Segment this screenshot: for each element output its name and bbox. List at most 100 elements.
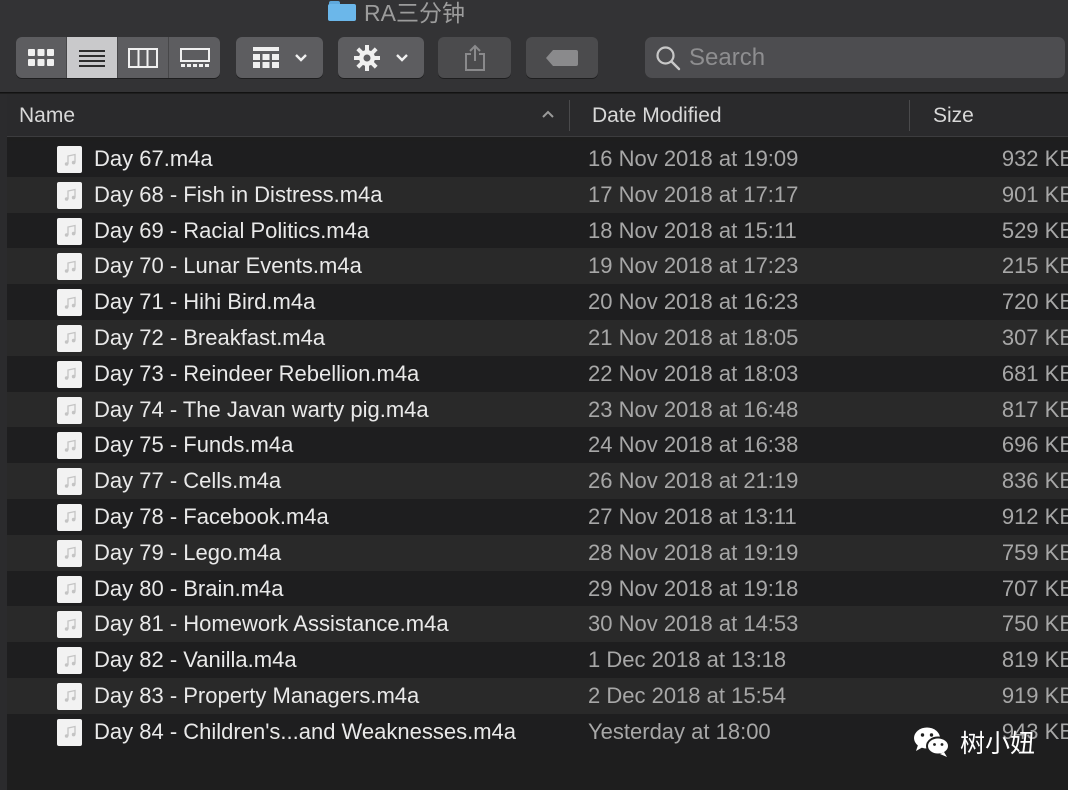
file-date-modified: 28 Nov 2018 at 19:19 (588, 539, 799, 565)
file-list: Day 67.m4a 16 Nov 2018 at 19:09 932 KB D… (7, 141, 1068, 750)
sidebar-edge (0, 94, 7, 790)
column-header-date-label: Date Modified (592, 103, 722, 127)
file-row[interactable]: Day 78 - Facebook.m4a 27 Nov 2018 at 13:… (7, 498, 1068, 535)
file-date-modified: 29 Nov 2018 at 19:18 (588, 575, 799, 601)
file-row[interactable]: Day 84 - Children's...and Weaknesses.m4a… (7, 713, 1068, 750)
audio-file-icon (57, 611, 82, 639)
audio-file-icon (57, 432, 82, 460)
file-row[interactable]: Day 82 - Vanilla.m4a 1 Dec 2018 at 13:18… (7, 642, 1068, 678)
column-divider[interactable] (569, 100, 570, 131)
file-size: 696 KB (1001, 432, 1068, 458)
search-input[interactable] (689, 43, 1049, 72)
audio-file-icon (57, 682, 82, 710)
file-date-modified: 1 Dec 2018 at 13:18 (588, 647, 787, 673)
group-grid-icon (252, 46, 279, 68)
file-date-modified: 26 Nov 2018 at 21:19 (588, 468, 799, 494)
list-icon (79, 49, 105, 67)
file-date-modified: 22 Nov 2018 at 18:03 (588, 360, 799, 386)
file-row[interactable]: Day 79 - Lego.m4a 28 Nov 2018 at 19:19 7… (7, 534, 1068, 571)
chevron-down-icon (396, 53, 408, 62)
file-name: Day 83 - Property Managers.m4a (94, 682, 420, 708)
file-name: Day 70 - Lunar Events.m4a (94, 253, 362, 279)
file-size: 759 KB (1001, 539, 1068, 565)
file-size: 901 KB (1001, 181, 1068, 207)
audio-file-icon (57, 718, 82, 746)
file-date-modified: 23 Nov 2018 at 16:48 (588, 396, 799, 422)
file-row[interactable]: Day 67.m4a 16 Nov 2018 at 19:09 932 KB (7, 141, 1068, 177)
file-date-modified: 20 Nov 2018 at 16:23 (588, 289, 799, 315)
tags-button[interactable] (526, 37, 598, 78)
audio-file-icon (57, 253, 82, 281)
audio-file-icon (57, 146, 82, 173)
column-header-size[interactable]: Size (933, 94, 1068, 137)
watermark-text: 树小妞 (960, 730, 1036, 758)
file-row[interactable]: Day 68 - Fish in Distress.m4a 17 Nov 201… (7, 176, 1068, 213)
file-size: 817 KB (1001, 396, 1068, 422)
file-date-modified: 18 Nov 2018 at 15:11 (588, 217, 797, 243)
file-row[interactable]: Day 74 - The Javan warty pig.m4a 23 Nov … (7, 391, 1068, 428)
view-columns-button[interactable] (118, 37, 169, 78)
file-size: 720 KB (1001, 289, 1068, 315)
file-name: Day 84 - Children's...and Weaknesses.m4a (94, 718, 516, 744)
group-by-button[interactable] (236, 37, 323, 78)
file-date-modified: 27 Nov 2018 at 13:11 (588, 503, 797, 529)
view-mode-segmented-control (16, 37, 220, 78)
action-button[interactable] (338, 37, 424, 78)
file-row[interactable]: Day 81 - Homework Assistance.m4a 30 Nov … (7, 606, 1068, 643)
sort-ascending-icon (542, 110, 554, 118)
file-size: 215 KB (1001, 253, 1068, 279)
audio-file-icon (57, 539, 82, 567)
audio-file-icon (57, 575, 82, 603)
file-date-modified: 24 Nov 2018 at 16:38 (588, 432, 799, 458)
file-name: Day 72 - Breakfast.m4a (94, 324, 326, 350)
file-size: 750 KB (1001, 611, 1068, 637)
file-row[interactable]: Day 70 - Lunar Events.m4a 19 Nov 2018 at… (7, 248, 1068, 285)
file-name: Day 81 - Homework Assistance.m4a (94, 611, 449, 637)
audio-file-icon (57, 324, 82, 352)
file-size: 529 KB (1001, 217, 1068, 243)
audio-file-icon (57, 396, 82, 424)
file-row[interactable]: Day 72 - Breakfast.m4a 21 Nov 2018 at 18… (7, 319, 1068, 356)
gear-icon (354, 44, 380, 71)
file-name: Day 75 - Funds.m4a (94, 432, 294, 458)
column-header-name[interactable]: Name (19, 94, 567, 137)
file-row[interactable]: Day 75 - Funds.m4a 24 Nov 2018 at 16:38 … (7, 427, 1068, 464)
file-row[interactable]: Day 71 - Hihi Bird.m4a 20 Nov 2018 at 16… (7, 284, 1068, 320)
watermark: 树小妞 (912, 722, 1035, 762)
file-size: 912 KB (1001, 503, 1068, 529)
view-list-button[interactable] (67, 37, 118, 78)
file-row[interactable]: Day 80 - Brain.m4a 29 Nov 2018 at 19:18 … (7, 570, 1068, 607)
audio-file-icon (57, 360, 82, 388)
view-icons-button[interactable] (16, 37, 67, 78)
file-size: 681 KB (1001, 360, 1068, 386)
gallery-icon (179, 47, 210, 67)
file-size: 836 KB (1001, 468, 1068, 494)
file-row[interactable]: Day 69 - Racial Politics.m4a 18 Nov 2018… (7, 212, 1068, 249)
file-name: Day 73 - Reindeer Rebellion.m4a (94, 360, 420, 386)
file-size: 932 KB (1001, 146, 1068, 171)
audio-file-icon (57, 217, 82, 245)
file-row[interactable]: Day 73 - Reindeer Rebellion.m4a 22 Nov 2… (7, 355, 1068, 392)
file-size: 819 KB (1001, 647, 1068, 673)
audio-file-icon (57, 289, 82, 317)
column-header-date[interactable]: Date Modified (592, 94, 907, 137)
share-icon (464, 44, 485, 71)
file-row[interactable]: Day 77 - Cells.m4a 26 Nov 2018 at 21:19 … (7, 463, 1068, 499)
view-gallery-button[interactable] (169, 37, 220, 78)
column-header-size-label: Size (933, 103, 974, 127)
file-name: Day 74 - The Javan warty pig.m4a (94, 396, 429, 422)
wechat-icon (914, 727, 950, 757)
search-field[interactable] (645, 37, 1065, 78)
file-name: Day 68 - Fish in Distress.m4a (94, 181, 383, 207)
file-row[interactable]: Day 83 - Property Managers.m4a 2 Dec 201… (7, 677, 1068, 714)
file-name: Day 78 - Facebook.m4a (94, 503, 329, 529)
column-divider[interactable] (909, 100, 910, 131)
file-name: Day 82 - Vanilla.m4a (94, 647, 297, 673)
file-name: Day 69 - Racial Politics.m4a (94, 217, 370, 243)
window-title: RA三分钟 (328, 0, 465, 26)
file-date-modified: 21 Nov 2018 at 18:05 (588, 324, 799, 350)
folder-icon (328, 1, 356, 21)
column-header-name-label: Name (19, 103, 76, 127)
share-button[interactable] (438, 37, 511, 78)
file-name: Day 71 - Hihi Bird.m4a (94, 289, 316, 315)
